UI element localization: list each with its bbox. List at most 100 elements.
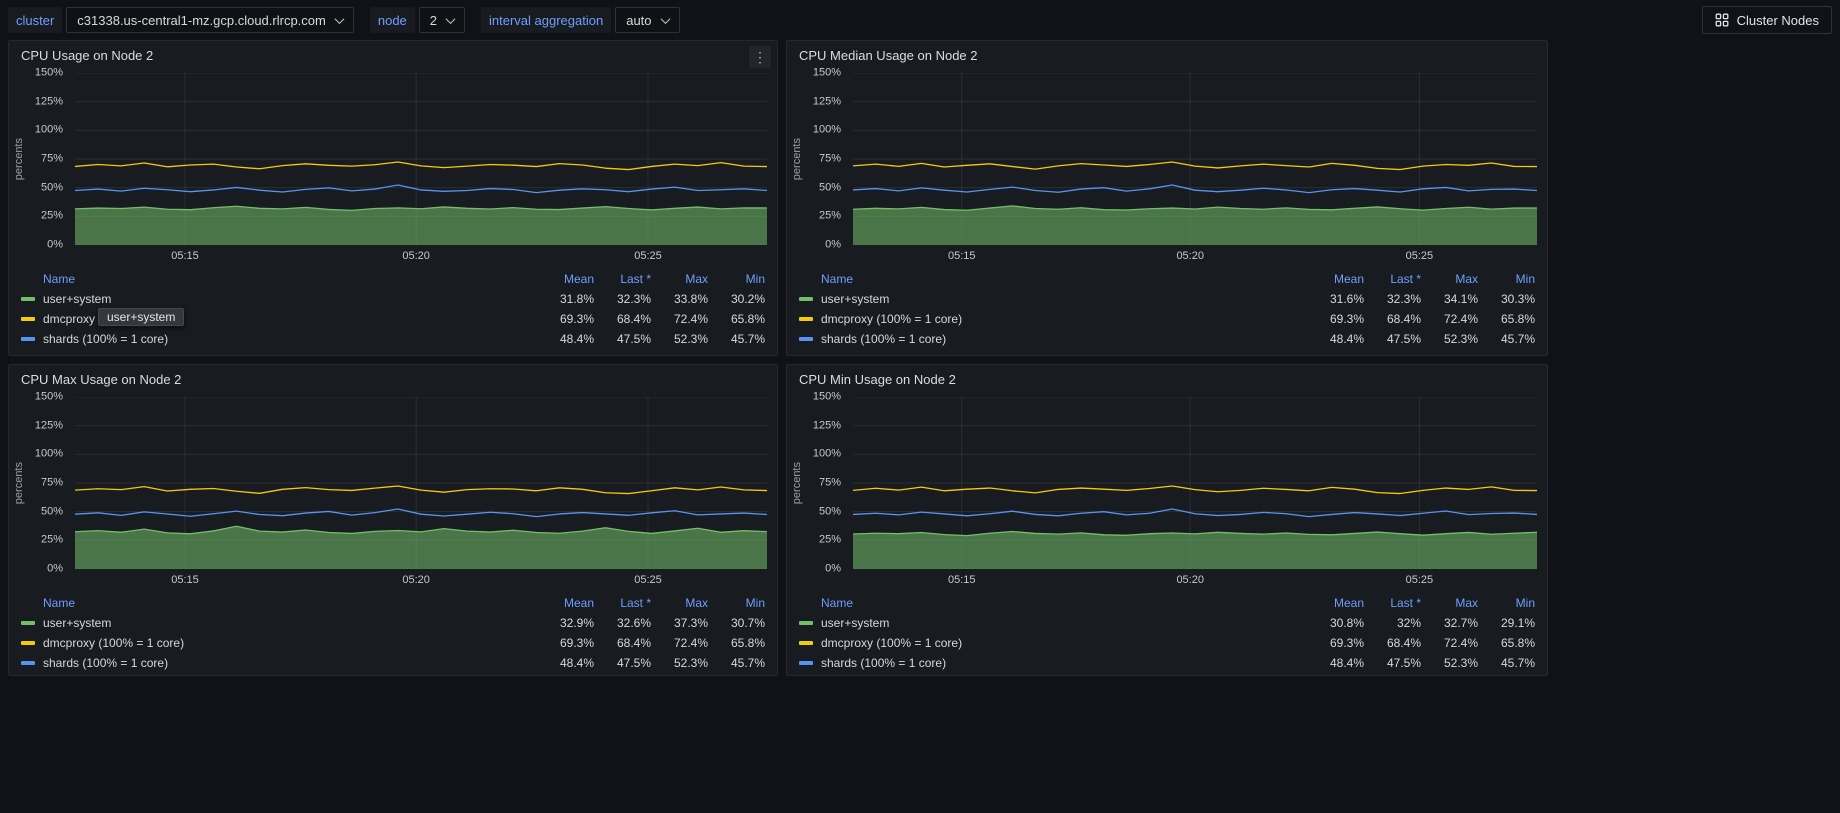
x-axis-tick-labels: 05:1505:2005:25 — [853, 245, 1537, 267]
cluster-nodes-button[interactable]: Cluster Nodes — [1702, 6, 1832, 34]
legend-row: dmcproxy (100% = 1 core)69.3%68.4%72.4%6… — [21, 633, 765, 653]
plot-region: 05:1505:2005:25 — [75, 397, 767, 591]
legend-value-mean: 69.3% — [1307, 312, 1364, 326]
legend-value-min: 65.8% — [708, 636, 765, 650]
legend-value-mean: 69.3% — [537, 636, 594, 650]
legend-value-max: 52.3% — [651, 332, 708, 346]
chart-plot[interactable] — [853, 73, 1537, 245]
legend-header-last[interactable]: Last * — [1364, 272, 1421, 286]
legend-value-mean: 31.8% — [537, 292, 594, 306]
series-color-swatch — [799, 337, 813, 341]
node-select-value: 2 — [430, 13, 437, 28]
interval-aggregation-select[interactable]: auto — [615, 7, 679, 33]
legend-header-max[interactable]: Max — [651, 596, 708, 610]
y-axis-tick: 150% — [35, 392, 63, 403]
legend-series-name[interactable]: dmcproxy (100% = 1 core) — [799, 312, 1307, 326]
y-axis-tick: 0% — [825, 240, 841, 251]
legend-row: dmcproxy (100% = 1 core)69.3%68.4%72.4%6… — [799, 309, 1535, 329]
chart-plot[interactable] — [853, 397, 1537, 569]
y-axis-tick-labels: 0%25%50%75%100%125%150% — [29, 397, 71, 569]
legend-header-min[interactable]: Min — [708, 596, 765, 610]
y-axis-tick: 150% — [813, 68, 841, 79]
legend-header-name[interactable]: Name — [21, 596, 537, 610]
panel-menu-icon[interactable]: ⋮ — [749, 46, 771, 68]
legend-table: Name Mean Last * Max Min user+system31.6… — [787, 267, 1547, 355]
legend-value-last: 68.4% — [1364, 312, 1421, 326]
chart-area: percents 0%25%50%75%100%125%150% 05:1505… — [787, 69, 1547, 267]
legend-header-row: Name Mean Last * Max Min — [799, 593, 1535, 613]
legend-table: Name Mean Last * Max Min user+system32.9… — [9, 591, 777, 675]
panel-header[interactable]: CPU Min Usage on Node 2 — [787, 365, 1547, 393]
x-axis-tick: 05:20 — [1176, 250, 1204, 262]
legend-header-min[interactable]: Min — [708, 272, 765, 286]
legend-header-name[interactable]: Name — [799, 596, 1307, 610]
legend-value-min: 30.7% — [708, 616, 765, 630]
legend-value-max: 34.1% — [1421, 292, 1478, 306]
chart-area: percents 0%25%50%75%100%125%150% 05:1505… — [9, 393, 777, 591]
legend-value-min: 45.7% — [708, 656, 765, 670]
legend-series-name[interactable]: shards (100% = 1 core) — [799, 656, 1307, 670]
y-axis-tick: 125% — [35, 420, 63, 431]
legend-value-last: 32.3% — [1364, 292, 1421, 306]
series-color-swatch — [21, 337, 35, 341]
legend-header-mean[interactable]: Mean — [1307, 272, 1364, 286]
series-color-swatch — [799, 661, 813, 665]
legend-series-name[interactable]: user+system — [799, 616, 1307, 630]
chart-plot[interactable] — [75, 397, 767, 569]
legend-header-last[interactable]: Last * — [594, 272, 651, 286]
legend-series-name[interactable]: shards (100% = 1 core) — [799, 332, 1307, 346]
panel-header[interactable]: CPU Max Usage on Node 2 — [9, 365, 777, 393]
plot-region: 05:1505:2005:25 — [853, 73, 1537, 267]
legend-row: shards (100% = 1 core)48.4%47.5%52.3%45.… — [21, 329, 765, 349]
legend-value-last: 32% — [1364, 616, 1421, 630]
legend-value-last: 47.5% — [594, 332, 651, 346]
legend-series-name[interactable]: shards (100% = 1 core) — [21, 332, 537, 346]
legend-header-name[interactable]: Name — [21, 272, 537, 286]
legend-header-mean[interactable]: Mean — [1307, 596, 1364, 610]
legend-series-name[interactable]: dmcproxy (100% = 1 core) — [799, 636, 1307, 650]
legend-value-max: 52.3% — [1421, 656, 1478, 670]
node-select[interactable]: 2 — [419, 7, 465, 33]
panel-title: CPU Usage on Node 2 — [21, 48, 153, 63]
y-axis-tick: 125% — [35, 96, 63, 107]
legend-row: shards (100% = 1 core)48.4%47.5%52.3%45.… — [799, 329, 1535, 349]
legend-header-last[interactable]: Last * — [1364, 596, 1421, 610]
series-label: shards (100% = 1 core) — [43, 332, 168, 346]
x-axis-tick: 05:15 — [948, 574, 976, 586]
legend-header-mean[interactable]: Mean — [537, 596, 594, 610]
x-axis-tick: 05:25 — [1406, 250, 1434, 262]
y-axis-label: percents — [9, 395, 29, 571]
legend-value-last: 47.5% — [1364, 656, 1421, 670]
legend-header-max[interactable]: Max — [1421, 272, 1478, 286]
y-axis-tick: 50% — [41, 182, 63, 193]
y-axis-tick: 100% — [35, 125, 63, 136]
legend-header-max[interactable]: Max — [651, 272, 708, 286]
legend-series-name[interactable]: shards (100% = 1 core) — [21, 656, 537, 670]
legend-series-name[interactable]: user+system — [21, 292, 537, 306]
chart-plot[interactable] — [75, 73, 767, 245]
cluster-select[interactable]: c31338.us-central1-mz.gcp.cloud.rlrcp.co… — [66, 7, 354, 33]
legend-header-mean[interactable]: Mean — [537, 272, 594, 286]
legend-header-name[interactable]: Name — [799, 272, 1307, 286]
legend-header-row: Name Mean Last * Max Min — [21, 593, 765, 613]
panel-header[interactable]: CPU Usage on Node 2 — [9, 41, 777, 69]
legend-value-last: 32.3% — [594, 292, 651, 306]
panel-header[interactable]: CPU Median Usage on Node 2 — [787, 41, 1547, 69]
legend-series-name[interactable]: user+system — [21, 616, 537, 630]
series-label: shards (100% = 1 core) — [43, 656, 168, 670]
legend-header-last[interactable]: Last * — [594, 596, 651, 610]
legend-value-max: 72.4% — [651, 636, 708, 650]
legend-header-min[interactable]: Min — [1478, 596, 1535, 610]
legend-row: shards (100% = 1 core)48.4%47.5%52.3%45.… — [799, 653, 1535, 673]
legend-value-mean: 32.9% — [537, 616, 594, 630]
legend-header-max[interactable]: Max — [1421, 596, 1478, 610]
legend-header-row: Name Mean Last * Max Min — [21, 269, 765, 289]
legend-header-min[interactable]: Min — [1478, 272, 1535, 286]
legend-value-mean: 69.3% — [537, 312, 594, 326]
legend-series-name[interactable]: user+system — [799, 292, 1307, 306]
plot-region: 05:1505:2005:25 — [853, 397, 1537, 591]
legend-series-name[interactable]: dmcproxy (100% = 1 core) — [21, 636, 537, 650]
y-axis-label: percents — [787, 71, 807, 247]
legend-body: user+system30.8%32%32.7%29.1%dmcproxy (1… — [799, 613, 1535, 673]
cluster-variable: cluster c31338.us-central1-mz.gcp.cloud.… — [8, 7, 354, 33]
